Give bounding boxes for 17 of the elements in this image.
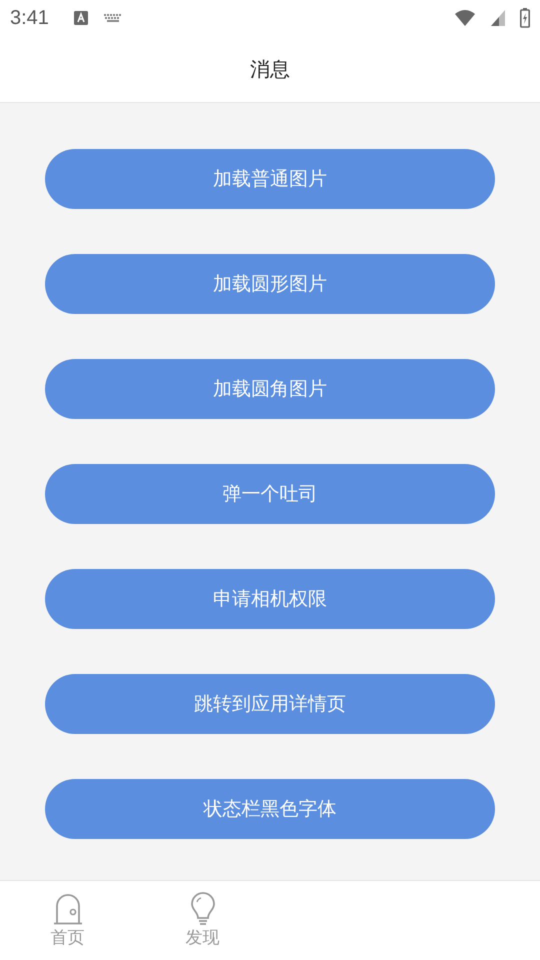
action-button[interactable]: 跳转到应用详情页 [45,674,495,734]
action-button[interactable]: 加载普通图片 [45,149,495,209]
action-button[interactable]: 弹一个吐司 [45,464,495,524]
battery-charging-icon [520,8,530,28]
door-icon [52,892,82,926]
keyboard-app-icon [72,10,89,26]
action-button[interactable]: 加载圆角图片 [45,359,495,419]
tab-item[interactable]: 发现 [135,881,270,960]
action-button[interactable]: 申请相机权限 [45,569,495,629]
tab-item[interactable]: 首页 [0,881,135,960]
action-button[interactable]: 加载圆形图片 [45,254,495,314]
action-button[interactable]: 状态栏黑色字体 [45,779,495,839]
keyboard-icon [102,12,123,24]
status-time: 3:41 [10,6,49,30]
page-title: 消息 [250,56,290,82]
wifi-icon [454,9,476,27]
signal-icon [490,9,506,27]
